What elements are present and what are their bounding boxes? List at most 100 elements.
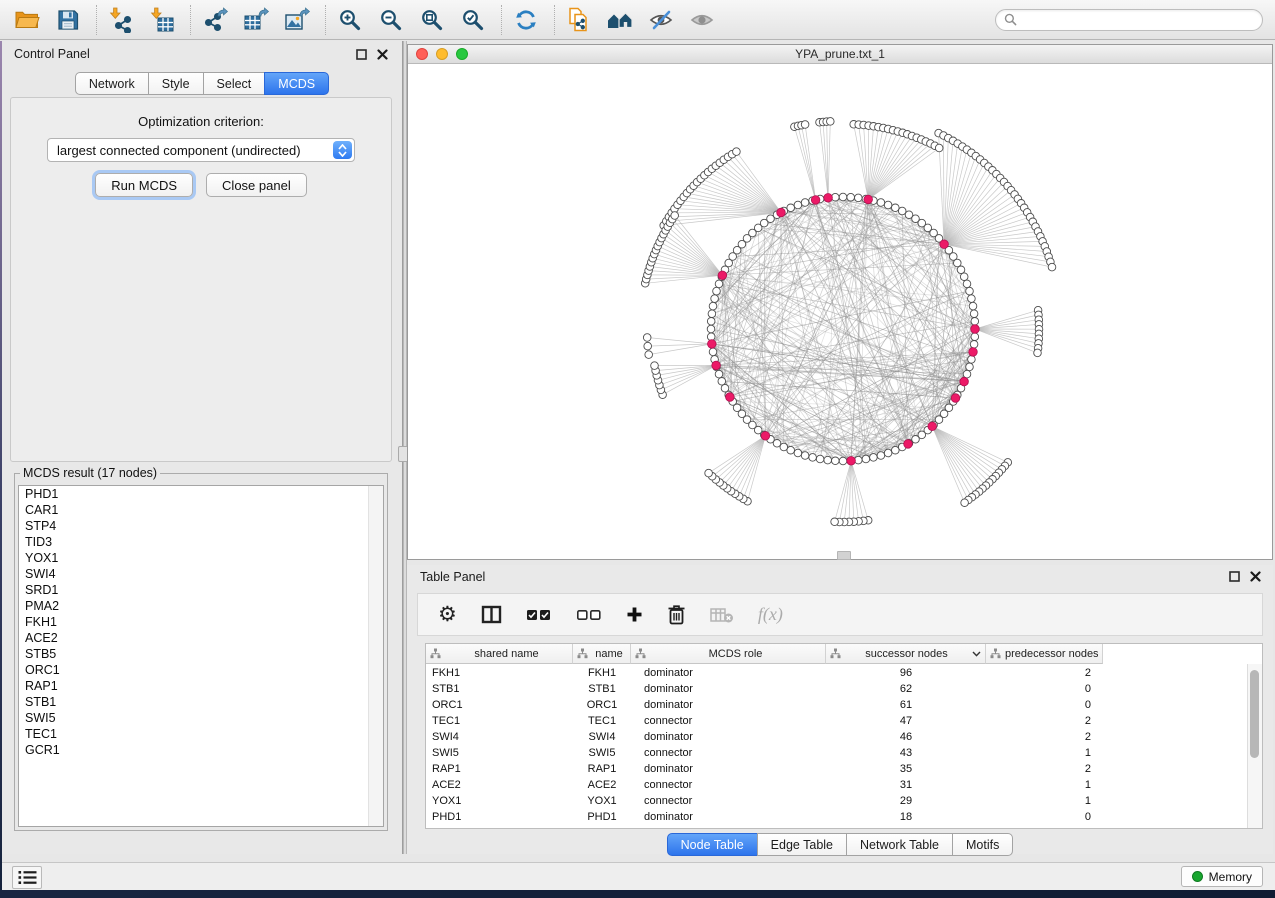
graph-mcds-node[interactable] <box>712 361 721 370</box>
graph-node[interactable] <box>847 193 855 201</box>
apply-layout-button[interactable] <box>511 5 541 35</box>
graph-node[interactable] <box>970 310 978 318</box>
graph-mcds-node[interactable] <box>940 240 949 249</box>
column-header-predecessor-nodes[interactable]: predecessor nodes <box>986 644 1103 664</box>
graph-node[interactable] <box>643 334 651 342</box>
tab-select[interactable]: Select <box>203 72 266 95</box>
graph-node[interactable] <box>787 446 795 454</box>
tab-motifs[interactable]: Motifs <box>952 833 1013 856</box>
graph-node[interactable] <box>718 378 726 386</box>
graph-node[interactable] <box>671 212 679 220</box>
search-input[interactable] <box>1022 12 1254 28</box>
graph-node[interactable] <box>705 469 713 477</box>
mcds-result-item[interactable]: PHD1 <box>19 486 383 502</box>
graph-mcds-node[interactable] <box>960 377 969 386</box>
delete-column-button[interactable] <box>667 604 686 625</box>
graph-node[interactable] <box>898 207 906 215</box>
network-canvas[interactable] <box>408 64 1272 559</box>
zoom-fit-button[interactable] <box>417 5 447 35</box>
zoom-selected-button[interactable] <box>458 5 488 35</box>
graph-node[interactable] <box>961 499 969 507</box>
tab-network-table[interactable]: Network Table <box>846 833 953 856</box>
open-file-button[interactable] <box>12 5 42 35</box>
float-table-panel-button[interactable] <box>1228 570 1241 583</box>
graph-node[interactable] <box>794 449 802 457</box>
graph-node[interactable] <box>715 370 723 378</box>
column-header-mcds-role[interactable]: MCDS role <box>631 644 826 664</box>
show-columns-button[interactable] <box>481 605 502 624</box>
mcds-result-item[interactable]: SWI5 <box>19 710 383 726</box>
float-panel-button[interactable] <box>355 48 368 61</box>
table-settings-button[interactable]: ⚙ <box>438 604 457 625</box>
graph-node[interactable] <box>839 193 847 201</box>
mcds-result-item[interactable]: GCR1 <box>19 742 383 758</box>
mcds-result-item[interactable]: TEC1 <box>19 726 383 742</box>
optimization-criterion-select[interactable]: largest connected component (undirected) <box>47 138 355 162</box>
mcds-result-list[interactable]: PHD1CAR1STP4TID3YOX1SWI4SRD1PMA2FKH1ACE2… <box>18 485 384 827</box>
graph-node[interactable] <box>1048 263 1056 271</box>
graph-node[interactable] <box>968 356 976 364</box>
graph-node[interactable] <box>711 295 719 303</box>
graph-node[interactable] <box>960 273 968 281</box>
graph-node[interactable] <box>713 287 721 295</box>
graph-mcds-node[interactable] <box>971 325 980 334</box>
graph-node[interactable] <box>827 118 835 126</box>
search-field[interactable] <box>995 9 1263 31</box>
graph-node[interactable] <box>832 457 840 465</box>
graph-node[interactable] <box>954 259 962 267</box>
graph-node[interactable] <box>816 455 824 463</box>
graph-node[interactable] <box>971 333 979 341</box>
mcds-result-item[interactable]: SWI4 <box>19 566 383 582</box>
graph-node[interactable] <box>966 363 974 371</box>
first-neighbors-button[interactable] <box>605 5 635 35</box>
graph-node[interactable] <box>957 266 965 274</box>
table-row[interactable]: ACE2ACE2connector311 <box>426 777 1248 793</box>
hide-selected-button[interactable] <box>646 5 676 35</box>
graph-mcds-node[interactable] <box>811 196 820 205</box>
close-table-panel-button[interactable] <box>1249 570 1262 583</box>
save-session-button[interactable] <box>53 5 83 35</box>
graph-mcds-node[interactable] <box>847 457 856 466</box>
graph-node[interactable] <box>862 455 870 463</box>
graph-node[interactable] <box>721 384 729 392</box>
mcds-result-item[interactable]: PMA2 <box>19 598 383 614</box>
export-network-button[interactable] <box>200 5 230 35</box>
graph-node[interactable] <box>855 194 863 202</box>
scrollbar-thumb[interactable] <box>1250 670 1259 758</box>
graph-mcds-node[interactable] <box>761 432 770 441</box>
graph-node[interactable] <box>644 342 652 350</box>
new-network-from-selection-button[interactable] <box>564 5 594 35</box>
mcds-result-item[interactable]: RAP1 <box>19 678 383 694</box>
graph-node[interactable] <box>707 325 715 333</box>
graph-node[interactable] <box>877 452 885 460</box>
graph-node[interactable] <box>709 348 717 356</box>
close-panel-button-mcds[interactable]: Close panel <box>206 173 307 197</box>
graph-node[interactable] <box>801 452 809 460</box>
graph-node[interactable] <box>970 341 978 349</box>
graph-node[interactable] <box>651 362 659 370</box>
tab-network[interactable]: Network <box>75 72 149 95</box>
graph-node[interactable] <box>877 199 885 207</box>
export-image-button[interactable] <box>282 5 312 35</box>
graph-node[interactable] <box>831 518 839 526</box>
mcds-result-item[interactable]: STB1 <box>19 694 383 710</box>
mcds-result-item[interactable]: FKH1 <box>19 614 383 630</box>
function-builder-button[interactable]: f(x) <box>758 604 783 625</box>
list-scrollbar[interactable] <box>368 486 383 826</box>
show-all-button[interactable] <box>687 5 717 35</box>
graph-node[interactable] <box>733 148 741 156</box>
horizontal-splitter-handle[interactable] <box>837 551 851 560</box>
delete-table-button[interactable] <box>710 607 734 623</box>
graph-node[interactable] <box>971 318 979 326</box>
graph-node[interactable] <box>780 443 788 451</box>
import-network-button[interactable] <box>106 5 136 35</box>
graph-mcds-node[interactable] <box>726 393 735 402</box>
table-row[interactable]: SWI4SWI4dominator462 <box>426 729 1248 745</box>
graph-node[interactable] <box>708 310 716 318</box>
graph-node[interactable] <box>963 280 971 288</box>
graph-node[interactable] <box>966 287 974 295</box>
graph-node[interactable] <box>801 199 809 207</box>
mcds-result-item[interactable]: ACE2 <box>19 630 383 646</box>
graph-mcds-node[interactable] <box>969 348 978 357</box>
graph-node[interactable] <box>892 446 900 454</box>
